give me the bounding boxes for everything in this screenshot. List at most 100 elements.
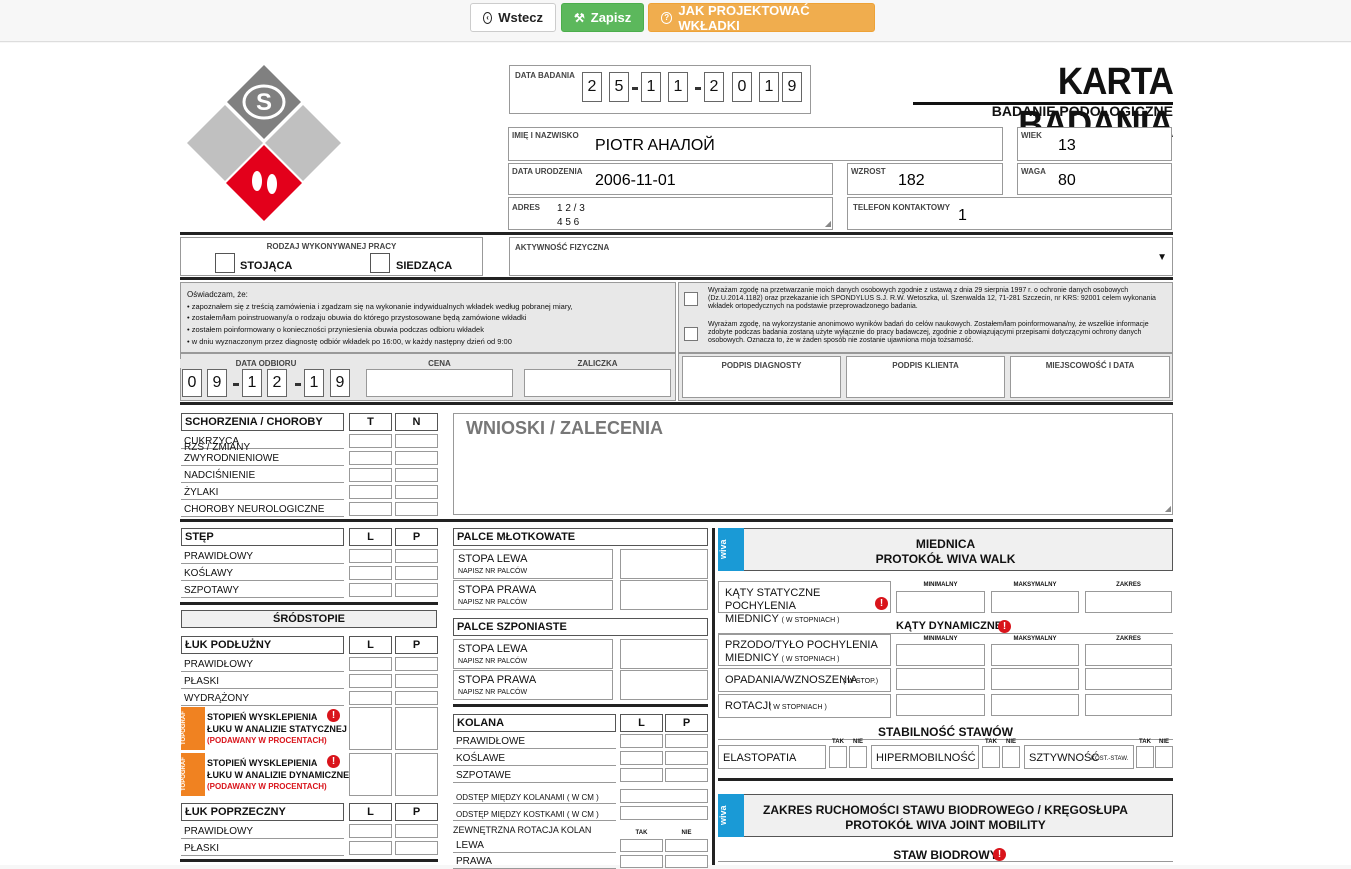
age-field[interactable]: WIEK 13 <box>1017 127 1172 161</box>
long-arch-row-input-2[interactable] <box>395 691 438 705</box>
tilt-max-input[interactable] <box>991 644 1079 666</box>
knee-row-input-1[interactable] <box>620 751 663 765</box>
dynamic-arch-l-input[interactable] <box>349 753 392 796</box>
disease-row-input-2[interactable] <box>395 502 438 516</box>
dynamic-arch-p-input[interactable] <box>395 753 438 796</box>
static-range-input[interactable] <box>1085 591 1172 613</box>
address-field[interactable]: ADRES 1 2 / 3 4 5 6 ◢ <box>508 197 833 230</box>
save-button[interactable]: ⚒ Zapisz <box>561 3 644 32</box>
exam-date-digit[interactable]: 5 <box>609 72 629 102</box>
rotation-range-input[interactable] <box>1085 694 1172 716</box>
static-min-input[interactable] <box>896 591 985 613</box>
sitting-checkbox[interactable] <box>370 253 390 273</box>
pickup-date-digit[interactable]: 2 <box>267 369 287 397</box>
stiffness-no[interactable] <box>1155 746 1173 768</box>
place-date-field[interactable]: MIEJSCOWOŚĆ I DATA <box>1010 356 1170 398</box>
price-field[interactable] <box>366 369 513 397</box>
knee-row-input-2[interactable] <box>665 734 708 748</box>
dob-field[interactable]: DATA URODZENIA 2006-11-01 <box>508 163 833 195</box>
foot-row-input-1[interactable] <box>349 549 392 563</box>
foot-row-input-2[interactable] <box>395 583 438 597</box>
resize-grip-icon[interactable]: ◢ <box>1165 504 1171 513</box>
hammer-right-input[interactable] <box>620 580 708 610</box>
cross-arch-row-input-2[interactable] <box>395 824 438 838</box>
pickup-date-digit[interactable]: 9 <box>207 369 227 397</box>
knee-row-input-1[interactable] <box>620 768 663 782</box>
disease-row-input-2[interactable] <box>395 468 438 482</box>
disease-row-input-1[interactable] <box>349 468 392 482</box>
height-field[interactable]: WZROST 182 <box>847 163 1003 195</box>
exam-date-digit[interactable]: 9 <box>782 72 802 102</box>
exam-date-digit[interactable]: 2 <box>582 72 602 102</box>
rotation-min-input[interactable] <box>896 694 985 716</box>
exam-date-digit[interactable]: 1 <box>668 72 688 102</box>
consent-data-checkbox[interactable] <box>684 292 698 306</box>
disease-row-input-1[interactable] <box>349 451 392 465</box>
claw-right-input[interactable] <box>620 670 708 700</box>
disease-row-input-1[interactable] <box>349 502 392 516</box>
diagnostician-signature[interactable]: PODPIS DIAGNOSTY <box>682 356 841 398</box>
long-arch-row-input-1[interactable] <box>349 674 392 688</box>
cross-arch-row-input-1[interactable] <box>349 824 392 838</box>
knee-row-input-1[interactable] <box>620 734 663 748</box>
exam-date-digit[interactable]: 2 <box>704 72 724 102</box>
knee-rotation-left-no[interactable] <box>665 839 708 852</box>
knee-row-input-2[interactable] <box>665 768 708 782</box>
knee-distance-input[interactable] <box>620 789 708 803</box>
exam-date-digit[interactable]: 0 <box>732 72 752 102</box>
static-arch-p-input[interactable] <box>395 707 438 750</box>
deposit-field[interactable] <box>524 369 671 397</box>
pickup-date-digit[interactable]: 1 <box>304 369 324 397</box>
claw-left-input[interactable] <box>620 639 708 669</box>
knee-rotation-left-yes[interactable] <box>620 839 663 852</box>
elastopathy-no[interactable] <box>849 746 867 768</box>
resize-grip-icon[interactable]: ◢ <box>825 219 831 228</box>
hammer-left-input[interactable] <box>620 549 708 579</box>
disease-row-input-2[interactable] <box>395 434 438 448</box>
knee-row-input-2[interactable] <box>665 751 708 765</box>
cross-arch-row-input-2[interactable] <box>395 841 438 855</box>
drop-min-input[interactable] <box>896 668 985 690</box>
back-button[interactable]: ‹ Wstecz <box>470 3 556 32</box>
help-button[interactable]: ? JAK PROJEKTOWAĆ WKŁADKI <box>648 3 875 33</box>
elastopathy-yes[interactable] <box>829 746 847 768</box>
tilt-min-input[interactable] <box>896 644 985 666</box>
name-field[interactable]: IMIĘ I NAZWISKO PIOTR AHAЛОЙ <box>508 127 1003 161</box>
conclusions-textarea[interactable]: WNIOSKI / ZALECENIA ◢ <box>453 413 1173 515</box>
client-signature[interactable]: PODPIS KLIENTA <box>846 356 1005 398</box>
tilt-range-input[interactable] <box>1085 644 1172 666</box>
disease-row-input-1[interactable] <box>349 434 392 448</box>
weight-field[interactable]: WAGA 80 <box>1017 163 1172 195</box>
consent-research-checkbox[interactable] <box>684 327 698 341</box>
ankle-distance-input[interactable] <box>620 806 708 820</box>
pickup-date-digit[interactable]: 1 <box>242 369 262 397</box>
cross-arch-row-input-1[interactable] <box>349 841 392 855</box>
foot-row-input-1[interactable] <box>349 583 392 597</box>
pickup-date-digit[interactable]: 0 <box>182 369 202 397</box>
hypermobility-no[interactable] <box>1002 746 1020 768</box>
pickup-date-digit[interactable]: 9 <box>330 369 350 397</box>
stiffness-yes[interactable] <box>1136 746 1154 768</box>
static-max-input[interactable] <box>991 591 1079 613</box>
rotation-max-input[interactable] <box>991 694 1079 716</box>
phone-field[interactable]: TELEFON KONTAKTOWY 1 <box>847 197 1172 230</box>
exam-date-digit[interactable]: 1 <box>641 72 661 102</box>
disease-row-input-2[interactable] <box>395 485 438 499</box>
foot-row-input-2[interactable] <box>395 549 438 563</box>
hypermobility-yes[interactable] <box>982 746 1000 768</box>
standing-checkbox[interactable] <box>215 253 235 273</box>
disease-row-input-2[interactable] <box>395 451 438 465</box>
foot-row-input-2[interactable] <box>395 566 438 580</box>
foot-row-input-1[interactable] <box>349 566 392 580</box>
long-arch-row-input-2[interactable] <box>395 657 438 671</box>
static-arch-l-input[interactable] <box>349 707 392 750</box>
long-arch-row-input-2[interactable] <box>395 674 438 688</box>
drop-range-input[interactable] <box>1085 668 1172 690</box>
long-arch-row-input-1[interactable] <box>349 657 392 671</box>
knee-rotation-right-yes[interactable] <box>620 855 663 868</box>
disease-row-input-1[interactable] <box>349 485 392 499</box>
activity-select[interactable]: AKTYWNOŚĆ FIZYCZNA ▼ <box>509 237 1173 276</box>
long-arch-row-input-1[interactable] <box>349 691 392 705</box>
drop-max-input[interactable] <box>991 668 1079 690</box>
knee-rotation-right-no[interactable] <box>665 855 708 868</box>
